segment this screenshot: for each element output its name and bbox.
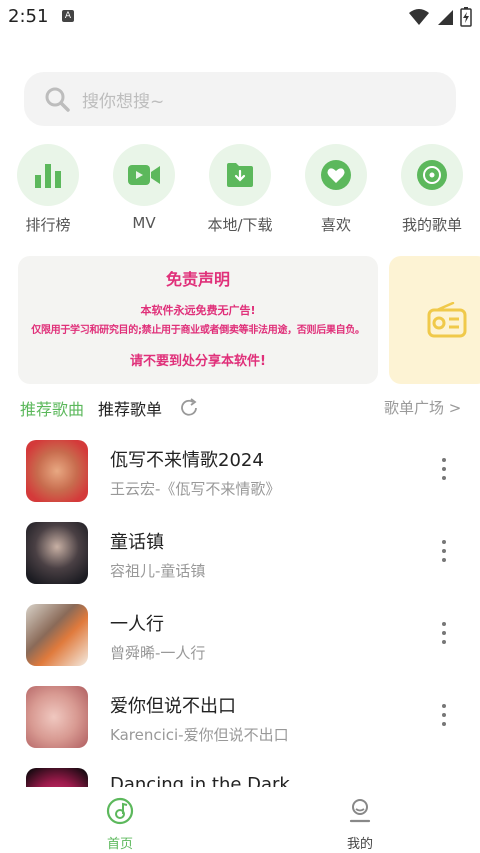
song-subtitle: 容祖儿-童话镇	[110, 562, 206, 580]
heart-icon	[321, 160, 351, 190]
song-row[interactable]: 爱你但说不出口 Karencici-爱你但说不出口	[0, 686, 480, 768]
radio-banner[interactable]	[389, 256, 480, 384]
banner-line: 请不要到处分享本软件!	[130, 354, 266, 369]
search-icon	[45, 87, 70, 112]
song-subtitle: Karencici-爱你但说不出口	[110, 726, 289, 744]
quick-action-label: 本地/下载	[207, 216, 273, 234]
bar-chart-icon	[35, 164, 61, 188]
more-options-icon[interactable]	[434, 540, 454, 570]
wifi-icon	[409, 9, 429, 25]
banner-title: 免责声明	[165, 270, 230, 289]
more-options-icon[interactable]	[434, 458, 454, 488]
playlist-square-link[interactable]: 歌单广场 >	[384, 397, 461, 418]
banner-line: 仅限用于学习和研究目的;禁止用于商业或者倒卖等非法用途，否则后果自负。	[31, 325, 365, 336]
quick-action-label: 喜欢	[320, 216, 351, 234]
nav-home-label: 首页	[106, 837, 133, 852]
song-subtitle: 曾舜晞-一人行	[110, 644, 206, 662]
quick-action-local[interactable]: 本地/下载	[200, 144, 280, 239]
home-disc-icon	[106, 797, 134, 825]
quick-action-favorite[interactable]: 喜欢	[296, 144, 376, 239]
song-title: 佤写不来情歌2024	[110, 450, 264, 471]
song-row[interactable]: 佤写不来情歌2024 王云宏-《佤写不来情歌》	[0, 440, 480, 522]
video-camera-icon	[128, 165, 160, 185]
song-row[interactable]: 一人行 曾舜晞-一人行	[0, 604, 480, 686]
song-row[interactable]: 童话镇 容祖儿-童话镇	[0, 522, 480, 604]
song-title: 童话镇	[110, 532, 164, 553]
song-subtitle: 王云宏-《佤写不来情歌》	[110, 480, 281, 498]
bottom-nav: 首页 我的	[0, 787, 480, 853]
refresh-icon[interactable]	[178, 397, 200, 419]
nav-mine[interactable]: 我的	[310, 797, 410, 852]
quick-action-mv[interactable]: MV	[104, 144, 184, 239]
quick-action-rank[interactable]: 排行榜	[8, 144, 88, 239]
tab-recommended-songs[interactable]: 推荐歌曲	[20, 396, 84, 420]
song-title: 爱你但说不出口	[110, 696, 236, 717]
quick-action-label: MV	[132, 214, 156, 232]
album-cover	[26, 440, 88, 502]
status-time: 2:51	[8, 6, 49, 27]
search-placeholder: 搜你想搜~	[82, 92, 165, 112]
disc-icon	[417, 160, 447, 190]
quick-action-label: 排行榜	[25, 216, 71, 234]
nav-home[interactable]: 首页	[70, 797, 170, 852]
album-cover	[26, 686, 88, 748]
status-icons	[408, 7, 472, 27]
notification-icon: A	[62, 10, 74, 22]
album-cover	[26, 604, 88, 666]
user-icon	[349, 799, 371, 823]
disclaimer-banner[interactable]: 免责声明 本软件永远免费无广告! 仅限用于学习和研究目的;禁止用于商业或者倒卖等…	[18, 256, 378, 384]
cellular-icon	[438, 10, 453, 25]
album-cover	[26, 522, 88, 584]
more-options-icon[interactable]	[434, 704, 454, 734]
song-title: 一人行	[110, 614, 164, 635]
tab-recommended-playlists[interactable]: 推荐歌单	[98, 396, 162, 420]
quick-action-my-playlist[interactable]: 我的歌单	[392, 144, 472, 239]
banner-line: 本软件永远免费无广告!	[140, 304, 256, 317]
radio-icon	[427, 302, 467, 338]
search-bar[interactable]: 搜你想搜~	[24, 72, 456, 126]
quick-action-label: 我的歌单	[401, 216, 462, 234]
status-bar: 2:51 A	[0, 0, 480, 32]
more-options-icon[interactable]	[434, 622, 454, 652]
battery-icon	[460, 7, 472, 27]
nav-mine-label: 我的	[346, 837, 373, 852]
folder-download-icon	[227, 163, 253, 187]
